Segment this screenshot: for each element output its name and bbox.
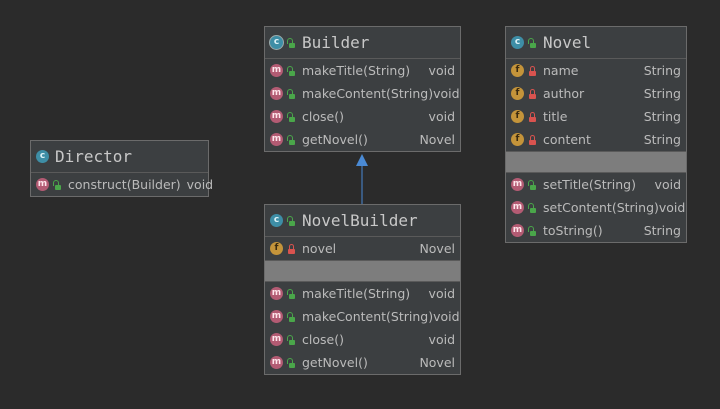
class-icon: c <box>270 214 283 227</box>
field-type: String <box>643 63 681 78</box>
method-icon: m <box>270 287 283 300</box>
method-name: makeTitle(String) <box>302 286 411 301</box>
method-icon: m <box>270 356 283 369</box>
novel-builder-header: c NovelBuilder <box>265 205 460 237</box>
field-name: author <box>543 86 585 101</box>
method-type: void <box>433 309 460 324</box>
method-type: void <box>428 332 455 347</box>
method-name: setContent(String) <box>543 200 659 215</box>
public-icon <box>287 215 296 226</box>
field-row[interactable]: f name String <box>506 59 686 82</box>
field-icon: f <box>511 87 524 100</box>
class-name: Novel <box>543 33 592 52</box>
compartment-separator <box>265 260 460 282</box>
field-name: novel <box>302 241 337 256</box>
public-icon <box>287 334 296 345</box>
method-row[interactable]: m toString() String <box>506 219 686 242</box>
novel-builder-class[interactable]: c NovelBuilder f novel Novel m makeTitle… <box>264 204 461 375</box>
field-icon: f <box>511 110 524 123</box>
private-icon <box>528 88 537 99</box>
method-row[interactable]: m close() void <box>265 328 460 351</box>
method-row[interactable]: m setContent(String) void <box>506 196 686 219</box>
public-icon <box>528 37 537 48</box>
class-name: NovelBuilder <box>302 211 418 230</box>
method-icon: m <box>511 178 524 191</box>
field-type: String <box>643 86 681 101</box>
method-row[interactable]: m setTitle(String) void <box>506 173 686 196</box>
public-icon <box>287 311 296 322</box>
field-name: name <box>543 63 579 78</box>
field-icon: f <box>511 64 524 77</box>
private-icon <box>528 65 537 76</box>
class-icon: c <box>511 36 524 49</box>
method-icon: m <box>511 224 524 237</box>
method-row[interactable]: m makeContent(String) void <box>265 305 460 328</box>
method-type: void <box>654 177 681 192</box>
method-icon: m <box>511 201 524 214</box>
method-type: void <box>658 200 686 215</box>
method-row[interactable]: m makeTitle(String) void <box>265 282 460 305</box>
method-name: setTitle(String) <box>543 177 636 192</box>
method-name: makeContent(String) <box>302 309 434 324</box>
public-icon <box>287 357 296 368</box>
novel-class[interactable]: c Novel f name String f author String f … <box>505 26 687 243</box>
field-type: String <box>643 109 681 124</box>
private-icon <box>287 243 296 254</box>
public-icon <box>287 288 296 299</box>
private-icon <box>528 111 537 122</box>
private-icon <box>528 134 537 145</box>
method-type: String <box>643 223 681 238</box>
method-row[interactable]: m getNovel() Novel <box>265 351 460 374</box>
field-icon: f <box>270 242 283 255</box>
field-type: Novel <box>419 241 455 256</box>
field-row[interactable]: f title String <box>506 105 686 128</box>
public-icon <box>528 225 537 236</box>
method-name: close() <box>302 332 344 347</box>
field-name: content <box>543 132 591 147</box>
compartment-separator <box>506 151 686 173</box>
novel-header: c Novel <box>506 27 686 59</box>
method-icon: m <box>270 333 283 346</box>
field-row[interactable]: f author String <box>506 82 686 105</box>
field-name: title <box>543 109 568 124</box>
field-icon: f <box>511 133 524 146</box>
method-name: toString() <box>543 223 603 238</box>
method-type: void <box>428 286 455 301</box>
field-type: String <box>643 132 681 147</box>
field-row[interactable]: f content String <box>506 128 686 151</box>
public-icon <box>528 179 537 190</box>
method-type: Novel <box>419 355 455 370</box>
method-name: getNovel() <box>302 355 368 370</box>
inheritance-arrowhead <box>356 154 368 166</box>
public-icon <box>528 202 537 213</box>
method-icon: m <box>270 310 283 323</box>
field-row[interactable]: f novel Novel <box>265 237 460 260</box>
